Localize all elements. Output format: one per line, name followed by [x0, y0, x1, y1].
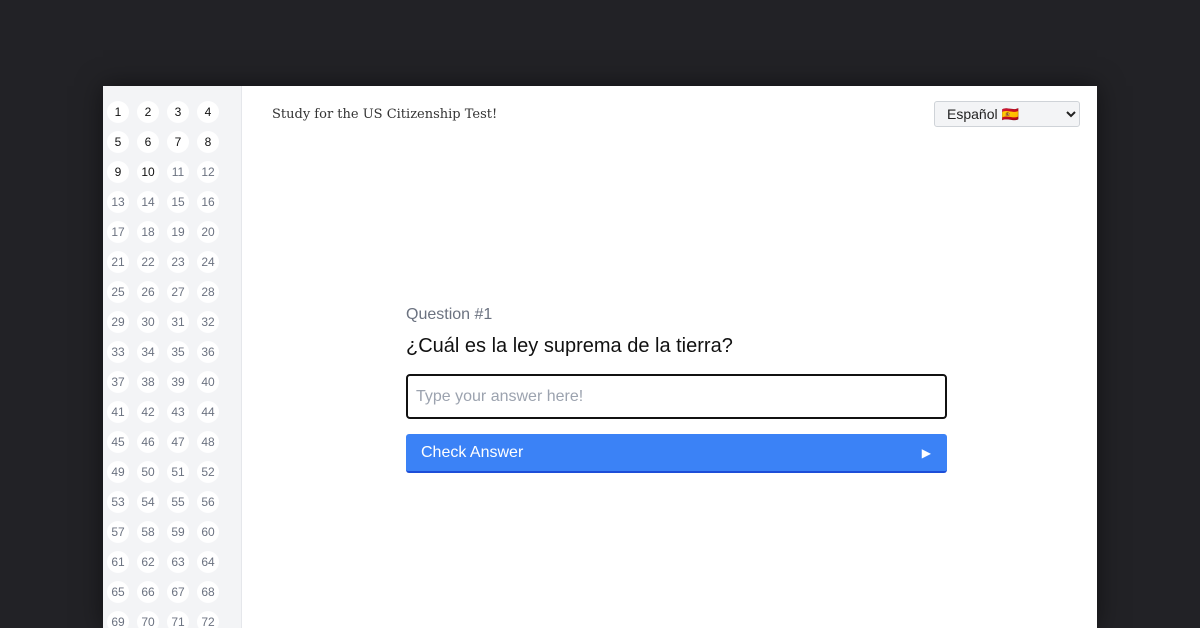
question-nav-button[interactable]: 31	[167, 311, 189, 333]
question-nav-button[interactable]: 36	[197, 341, 219, 363]
question-nav-button[interactable]: 67	[167, 581, 189, 603]
question-nav-button[interactable]: 57	[107, 521, 129, 543]
question-nav-button[interactable]: 6	[137, 131, 159, 153]
question-grid: 1 2 3 4 5 6 7 8 9 10 11 12 13 14 15 16 17 18 19 20 21 22 23 24 2…	[107, 101, 219, 628]
question-nav-button[interactable]: 49	[107, 461, 129, 483]
question-nav-button[interactable]: 9	[107, 161, 129, 183]
question-nav-button[interactable]: 12	[197, 161, 219, 183]
question-nav-button[interactable]: 15	[167, 191, 189, 213]
question-nav-button[interactable]: 71	[167, 611, 189, 628]
question-nav-button[interactable]: 32	[197, 311, 219, 333]
language-select[interactable]: Español 🇪🇸	[934, 101, 1080, 127]
question-nav-button[interactable]: 23	[167, 251, 189, 273]
main-panel: Study for the US Citizenship Test! Españ…	[242, 86, 1097, 628]
question-nav-button[interactable]: 65	[107, 581, 129, 603]
question-nav-button[interactable]: 47	[167, 431, 189, 453]
question-nav-button[interactable]: 21	[107, 251, 129, 273]
question-nav-button[interactable]: 54	[137, 491, 159, 513]
question-nav-button[interactable]: 13	[107, 191, 129, 213]
question-nav-button[interactable]: 52	[197, 461, 219, 483]
question-nav-button[interactable]: 70	[137, 611, 159, 628]
question-nav-button[interactable]: 66	[137, 581, 159, 603]
question-nav-button[interactable]: 39	[167, 371, 189, 393]
question-nav-button[interactable]: 10	[137, 161, 159, 183]
question-nav-button[interactable]: 22	[137, 251, 159, 273]
question-nav-button[interactable]: 25	[107, 281, 129, 303]
question-nav-button[interactable]: 29	[107, 311, 129, 333]
question-nav-button[interactable]: 60	[197, 521, 219, 543]
question-nav-button[interactable]: 43	[167, 401, 189, 423]
question-nav-button[interactable]: 20	[197, 221, 219, 243]
question-nav-button[interactable]: 63	[167, 551, 189, 573]
question-nav-button[interactable]: 48	[197, 431, 219, 453]
question-nav-button[interactable]: 42	[137, 401, 159, 423]
question-nav-button[interactable]: 3	[167, 101, 189, 123]
answer-input[interactable]	[406, 374, 947, 419]
question-nav-button[interactable]: 38	[137, 371, 159, 393]
question-nav-button[interactable]: 44	[197, 401, 219, 423]
question-nav-button[interactable]: 69	[107, 611, 129, 628]
question-nav-button[interactable]: 4	[197, 101, 219, 123]
question-nav-button[interactable]: 17	[107, 221, 129, 243]
check-answer-button[interactable]: Check Answer ▶	[406, 434, 947, 473]
question-nav-button[interactable]: 19	[167, 221, 189, 243]
question-nav-button[interactable]: 58	[137, 521, 159, 543]
question-nav-button[interactable]: 64	[197, 551, 219, 573]
question-nav-button[interactable]: 2	[137, 101, 159, 123]
question-nav-button[interactable]: 8	[197, 131, 219, 153]
question-nav-button[interactable]: 41	[107, 401, 129, 423]
question-nav-button[interactable]: 51	[167, 461, 189, 483]
question-nav-button[interactable]: 30	[137, 311, 159, 333]
question-nav-button[interactable]: 59	[167, 521, 189, 543]
question-nav-button[interactable]: 40	[197, 371, 219, 393]
question-text: ¿Cuál es la ley suprema de la tierra?	[406, 335, 733, 357]
question-nav-button[interactable]: 11	[167, 161, 189, 183]
question-nav-button[interactable]: 62	[137, 551, 159, 573]
question-nav-button[interactable]: 16	[197, 191, 219, 213]
question-nav-button[interactable]: 35	[167, 341, 189, 363]
question-nav-button[interactable]: 61	[107, 551, 129, 573]
question-nav-button[interactable]: 37	[107, 371, 129, 393]
question-nav-button[interactable]: 24	[197, 251, 219, 273]
question-nav-button[interactable]: 50	[137, 461, 159, 483]
question-nav-button[interactable]: 46	[137, 431, 159, 453]
question-nav-button[interactable]: 33	[107, 341, 129, 363]
question-nav-button[interactable]: 72	[197, 611, 219, 628]
check-answer-label: Check Answer	[421, 443, 524, 461]
question-number: Question #1	[406, 306, 493, 323]
question-card: Question #1 ¿Cuál es la ley suprema de l…	[406, 306, 947, 473]
question-nav-button[interactable]: 18	[137, 221, 159, 243]
question-sidebar: 1 2 3 4 5 6 7 8 9 10 11 12 13 14 15 16 17 18 19 20 21 22 23 24 2…	[103, 86, 242, 628]
question-nav-button[interactable]: 45	[107, 431, 129, 453]
question-nav-button[interactable]: 28	[197, 281, 219, 303]
play-icon: ▶	[921, 445, 931, 460]
question-nav-button[interactable]: 55	[167, 491, 189, 513]
question-nav-button[interactable]: 5	[107, 131, 129, 153]
question-nav-button[interactable]: 68	[197, 581, 219, 603]
question-nav-button[interactable]: 26	[137, 281, 159, 303]
question-nav-button[interactable]: 1	[107, 101, 129, 123]
question-nav-button[interactable]: 7	[167, 131, 189, 153]
question-nav-button[interactable]: 56	[197, 491, 219, 513]
question-nav-button[interactable]: 34	[137, 341, 159, 363]
question-nav-button[interactable]: 53	[107, 491, 129, 513]
question-nav-button[interactable]: 27	[167, 281, 189, 303]
question-nav-button[interactable]: 14	[137, 191, 159, 213]
site-title: Study for the US Citizenship Test!	[272, 107, 498, 122]
app-window: 1 2 3 4 5 6 7 8 9 10 11 12 13 14 15 16 17 18 19 20 21 22 23 24 2…	[103, 86, 1097, 628]
